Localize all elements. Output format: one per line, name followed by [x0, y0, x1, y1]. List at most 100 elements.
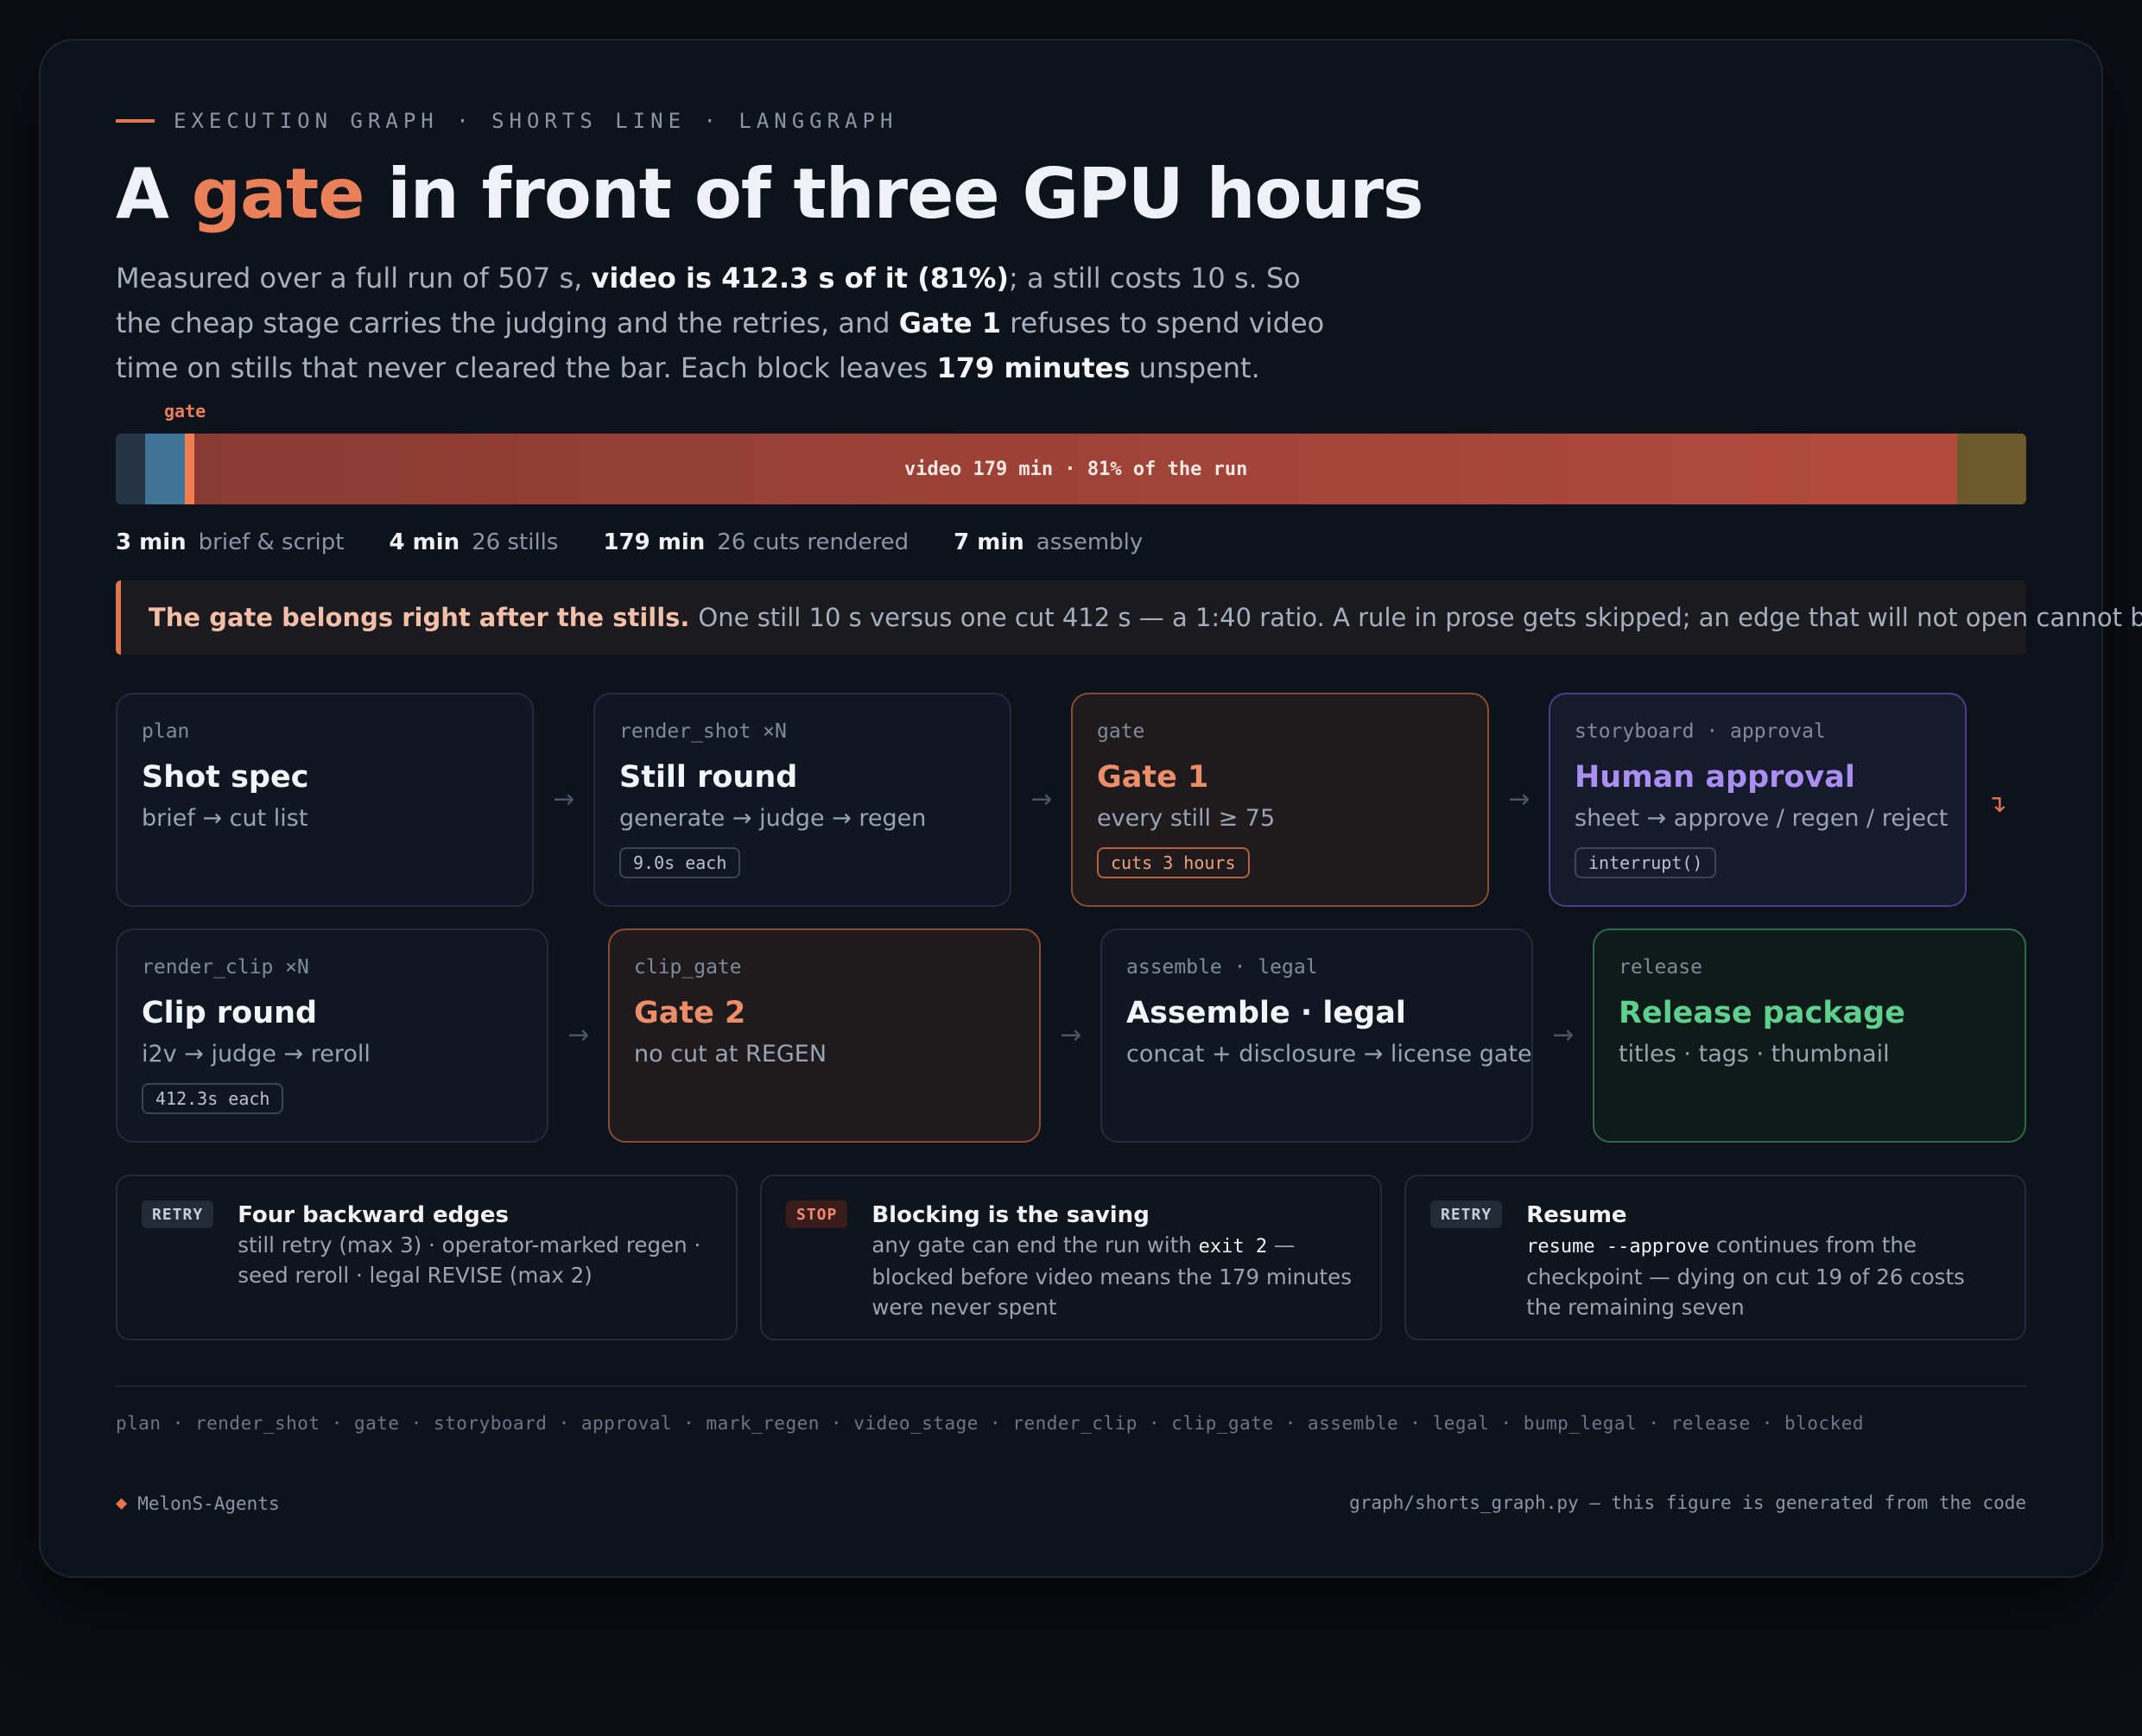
legend-value: 3 min	[116, 529, 187, 555]
legend-value: 179 min	[603, 529, 706, 555]
lede: Measured over a full run of 507 s, video…	[116, 256, 1325, 390]
legend-item: 3 min brief & script	[116, 529, 344, 555]
arrow-icon: →	[1552, 1020, 1575, 1050]
node-kicker: render_clip ×N	[142, 956, 309, 979]
legend-value: 7 min	[954, 529, 1024, 555]
node-assemble-legal: assemble · legal Assemble · legal concat…	[1100, 928, 1533, 1143]
node-release: release Release package titles · tags · …	[1593, 928, 2026, 1143]
node-desc: sheet → approve / regen / reject	[1575, 805, 1949, 832]
eyebrow: EXECUTION GRAPH · SHORTS LINE · LANGGRAP…	[116, 107, 897, 135]
brand-name: MelonS-Agents	[137, 1492, 280, 1514]
retry-badge: RETRY	[1430, 1201, 1503, 1228]
info-text: resume --approve continues from the chec…	[1526, 1230, 2000, 1322]
bar-gate-label: gate	[164, 401, 206, 421]
arrow-icon: →	[1508, 784, 1530, 814]
info-card-resume: RETRY Resume resume --approve continues …	[1404, 1175, 2026, 1340]
node-name: Assemble · legal	[1126, 996, 1406, 1030]
arrow-icon: →	[1060, 1020, 1082, 1050]
node-name: Gate 2	[634, 996, 746, 1030]
node-render-clip: render_clip ×N Clip round i2v → judge → …	[116, 928, 548, 1143]
legend-label: 26 stills	[472, 529, 559, 555]
node-kicker: assemble · legal	[1126, 956, 1318, 979]
callout-bold: The gate belongs right after the stills.	[149, 603, 690, 632]
legend-value: 4 min	[389, 529, 460, 555]
bar-video-label: video 179 min · 81% of the run	[903, 458, 1248, 480]
arrow-icon: →	[553, 784, 575, 814]
bar-legend: 3 min brief & script 4 min 26 stills 179 m…	[116, 525, 1143, 560]
node-desc: titles · tags · thumbnail	[1619, 1041, 1890, 1068]
node-kicker: storyboard · approval	[1575, 720, 1826, 743]
legend-item: 4 min 26 stills	[389, 529, 558, 555]
node-pill: cuts 3 hours	[1097, 847, 1250, 878]
node-name: Human approval	[1575, 760, 1855, 795]
bar-segment-brief	[116, 434, 146, 504]
node-desc: no cut at REGEN	[634, 1041, 827, 1068]
bar-segment-video: video 179 min · 81% of the run	[194, 434, 1958, 504]
arrow-icon: →	[567, 1020, 590, 1050]
bar-segment-gate	[184, 434, 195, 504]
info-text: still retry (max 3) · operator-marked re…	[238, 1232, 701, 1288]
bar-segment-stills	[145, 434, 185, 504]
info-text: any gate can end the run with exit 2 — b…	[871, 1230, 1356, 1322]
node-pill: 412.3s each	[142, 1083, 284, 1114]
node-pill: interrupt()	[1575, 847, 1717, 878]
lede-text-1: Measured over a full run of 507 s,	[116, 262, 592, 295]
node-plan: plan Shot spec brief → cut list	[116, 693, 534, 907]
node-kicker: clip_gate	[634, 956, 742, 979]
info-code: exit 2	[1198, 1236, 1268, 1258]
wrap-arrow-icon: ↴	[1987, 789, 2007, 818]
node-name: Gate 1	[1097, 760, 1209, 795]
lede-bold-1: video is 412.3 s of it (81%)	[591, 262, 1010, 295]
info-text-pre: any gate can end the run with	[871, 1232, 1199, 1258]
info-title: Four backward edges	[238, 1202, 510, 1228]
node-desc: every still ≥ 75	[1097, 805, 1276, 832]
lede-bold-2: Gate 1	[898, 307, 1001, 339]
node-kicker: release	[1619, 956, 1702, 979]
node-desc: concat + disclosure → license gate	[1126, 1041, 1532, 1068]
node-desc: brief → cut list	[142, 805, 308, 832]
node-human-approval: storyboard · approval Human approval she…	[1549, 693, 1967, 907]
source-note: graph/shorts_graph.py — this figure is g…	[1349, 1492, 2026, 1513]
lede-text-4: unspent.	[1130, 352, 1260, 384]
callout: The gate belongs right after the stills.…	[116, 580, 2142, 655]
eyebrow-rule	[116, 119, 155, 123]
page-title: A gate in front of three GPU hours	[116, 154, 1424, 234]
node-name: Release package	[1619, 996, 1905, 1030]
node-render-shot: render_shot ×N Still round generate → ju…	[593, 693, 1011, 907]
node-desc: i2v → judge → reroll	[142, 1041, 371, 1068]
bar-segment-assembly	[1957, 434, 2026, 504]
legend-label: 26 cuts rendered	[717, 529, 909, 555]
brand: ◆ MelonS-Agents	[116, 1492, 280, 1514]
node-desc: generate → judge → regen	[619, 805, 927, 832]
title-prefix: A	[116, 154, 192, 234]
diamond-icon: ◆	[116, 1492, 128, 1514]
eyebrow-text: EXECUTION GRAPH · SHORTS LINE · LANGGRAP…	[174, 109, 898, 133]
node-name: Shot spec	[142, 760, 309, 795]
node-list: plan · render_shot · gate · storyboard ·…	[116, 1413, 1865, 1434]
title-accent: gate	[191, 154, 365, 234]
retry-badge: RETRY	[142, 1201, 214, 1228]
arrow-icon: →	[1030, 784, 1053, 814]
node-pill: 9.0s each	[619, 847, 741, 878]
node-name: Still round	[619, 760, 798, 795]
info-title: Resume	[1526, 1202, 1627, 1228]
legend-item: 7 min assembly	[954, 529, 1143, 555]
info-card-backward-edges: RETRY Four backward edges still retry (m…	[116, 1175, 738, 1340]
callout-text: One still 10 s versus one cut 412 s — a …	[698, 603, 2142, 632]
legend-item: 179 min 26 cuts rendered	[603, 529, 909, 555]
info-title: Blocking is the saving	[871, 1202, 1150, 1228]
node-kicker: plan	[142, 720, 190, 743]
title-suffix: in front of three GPU hours	[364, 154, 1423, 234]
info-code: resume --approve	[1526, 1236, 1710, 1258]
node-kicker: render_shot ×N	[619, 720, 787, 743]
legend-label: brief & script	[198, 529, 345, 555]
info-card-blocking: STOP Blocking is the saving any gate can…	[760, 1175, 1382, 1340]
legend-label: assembly	[1036, 529, 1144, 555]
lede-bold-3: 179 minutes	[936, 352, 1131, 384]
stop-badge: STOP	[786, 1201, 848, 1228]
node-gate-2: clip_gate Gate 2 no cut at REGEN	[608, 928, 1041, 1143]
time-bar: video 179 min · 81% of the run	[116, 434, 2026, 504]
node-name: Clip round	[142, 996, 318, 1030]
divider	[116, 1385, 2026, 1387]
node-kicker: gate	[1097, 720, 1145, 743]
